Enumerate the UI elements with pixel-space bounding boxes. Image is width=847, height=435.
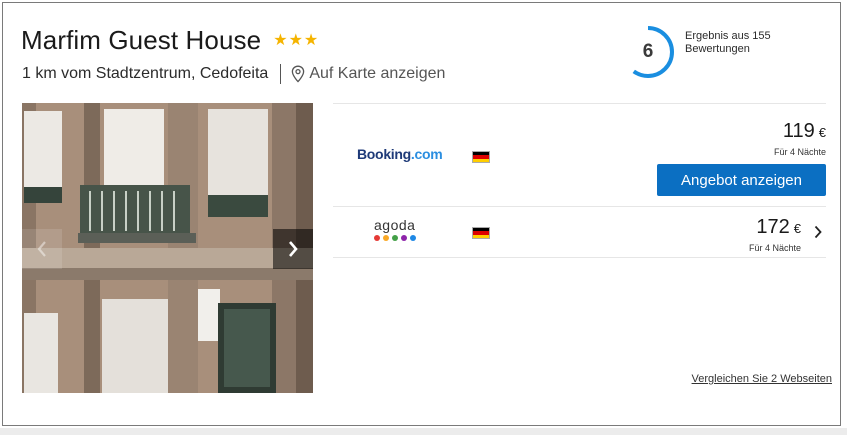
map-link[interactable]: Auf Karte anzeigen <box>291 65 445 83</box>
hotel-stars: ★ ★ ★ <box>273 31 319 49</box>
offer-price-booking[interactable]: 119 € Für 4 Nächte <box>774 120 826 157</box>
compare-sites-link[interactable]: Vergleichen Sie 2 Webseiten <box>692 373 832 385</box>
booking-logo-main: Booking <box>357 146 411 162</box>
rating-count-text: Ergebnis aus 155 Bewertungen <box>685 30 771 55</box>
agoda-logo-dots <box>374 235 424 241</box>
offer-row-booking[interactable]: Booking.com 119 € Für 4 Nächte Angebot an… <box>333 103 826 206</box>
flag-de-icon <box>472 227 490 239</box>
hotel-photo[interactable] <box>22 103 313 393</box>
hotel-photo-image <box>22 103 313 393</box>
offers-list: Booking.com 119 € Für 4 Nächte Angebot an… <box>333 103 826 258</box>
map-link-label: Auf Karte anzeigen <box>309 65 446 82</box>
title-row: Marfim Guest House ★ ★ ★ <box>21 25 318 56</box>
price-currency: € <box>793 221 801 236</box>
price-currency: € <box>818 125 826 140</box>
price-nights: Für 4 Nächte <box>748 243 801 253</box>
star-icon: ★ <box>288 31 303 49</box>
chevron-right-icon <box>289 241 298 257</box>
hotel-location: 1 km vom Stadtzentrum, Cedofeita <box>22 65 269 82</box>
location-row: 1 km vom Stadtzentrum, Cedofeita Auf Kar… <box>22 64 445 84</box>
price-value: 119 <box>782 120 815 142</box>
agoda-logo-text: agoda <box>374 217 416 233</box>
price-value: 172 <box>756 216 790 238</box>
photo-next-button[interactable] <box>273 229 313 269</box>
price-nights: Für 4 Nächte <box>773 147 826 157</box>
chevron-right-icon[interactable] <box>813 225 823 239</box>
hotel-name[interactable]: Marfim Guest House <box>21 25 261 56</box>
map-pin-icon <box>292 65 305 83</box>
photo-prev-button[interactable] <box>22 229 62 269</box>
booking-logo[interactable]: Booking.com <box>357 146 443 162</box>
page-bottom-strip <box>0 428 847 435</box>
chevron-left-icon <box>37 241 46 257</box>
agoda-logo[interactable]: agoda <box>374 217 424 241</box>
flag-de-icon <box>472 151 490 163</box>
rating-score[interactable]: 6 <box>620 24 676 80</box>
offer-price-agoda[interactable]: 172 € Für 4 Nächte <box>749 216 801 253</box>
divider <box>280 64 282 84</box>
star-icon: ★ <box>273 31 288 49</box>
booking-logo-tld: .com <box>410 146 443 162</box>
offer-row-agoda[interactable]: agoda 172 € Für 4 Nächte <box>333 206 826 258</box>
star-icon: ★ <box>303 31 319 49</box>
view-offer-button[interactable]: Angebot anzeigen <box>657 164 826 196</box>
